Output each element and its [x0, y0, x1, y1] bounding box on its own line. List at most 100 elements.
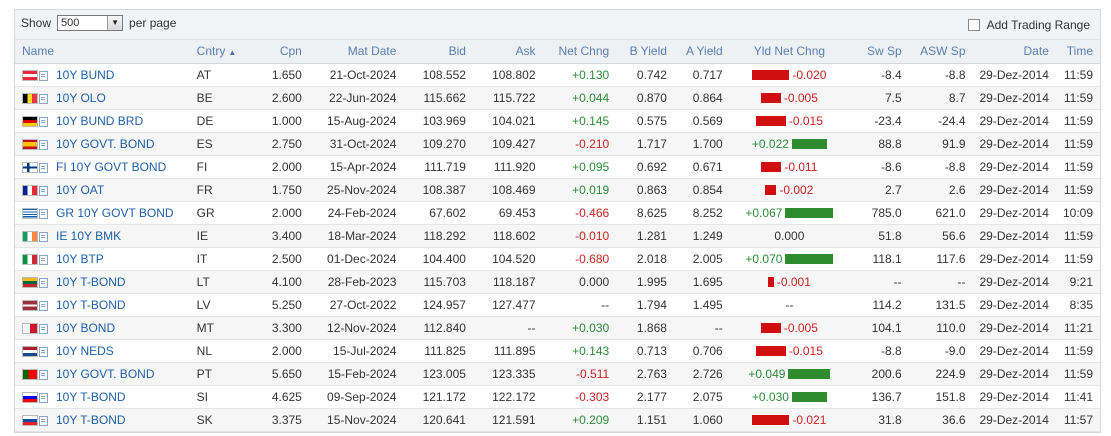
cell-bid: 109.270 — [422, 136, 466, 151]
column-header-date[interactable]: Date — [972, 40, 1056, 64]
column-header-byield[interactable]: B Yield — [616, 40, 674, 64]
table-row[interactable]: FI 10Y GOVT BOND FI 2.000 15-Apr-2024 111.71… — [15, 155, 1100, 178]
cell-date: 29-Dez-2014 — [979, 228, 1049, 243]
column-header-bid[interactable]: Bid — [403, 40, 473, 64]
bond-name-link[interactable]: 10Y T-BOND — [56, 275, 126, 289]
es-flag-icon — [22, 138, 38, 150]
trading-range-toggle[interactable]: Add Trading Range — [967, 18, 1090, 32]
bond-name-cell[interactable]: 10Y T-BOND — [15, 293, 190, 316]
trading-range-checkbox[interactable] — [967, 19, 980, 31]
bond-name-cell[interactable]: 10Y GOVT. BOND — [15, 362, 190, 385]
negative-change-bar — [765, 184, 777, 195]
table-row[interactable]: 10Y T-BOND SK 3.375 15-Nov-2024 120.641 121.5… — [15, 408, 1100, 431]
column-header-mat[interactable]: Mat Date — [308, 40, 404, 64]
cell-swsp: -8.6 — [880, 159, 902, 174]
document-icon[interactable] — [39, 415, 48, 426]
bond-name-cell[interactable]: IE 10Y BMK — [15, 224, 190, 247]
cell-ask: 104.021 — [492, 113, 536, 128]
document-icon[interactable] — [39, 208, 48, 219]
cell-cpn: 1.750 — [271, 182, 302, 197]
bond-name-link[interactable]: 10Y BUND BRD — [56, 114, 143, 128]
table-row[interactable]: 10Y BUND BRD DE 1.000 15-Aug-2024 103.969 104… — [15, 109, 1100, 132]
cell-net: +0.019 — [572, 182, 610, 197]
table-row[interactable]: 10Y GOVT. BOND ES 2.750 31-Oct-2024 109.270 1… — [15, 132, 1100, 155]
bond-name-cell[interactable]: 10Y GOVT. BOND — [15, 132, 190, 155]
bond-name-link[interactable]: 10Y GOVT. BOND — [56, 137, 154, 151]
column-header-cntry[interactable]: Cntry ▲ — [189, 40, 250, 64]
bond-name-link[interactable]: 10Y OLO — [56, 91, 106, 105]
column-header-swsp[interactable]: Sw Sp — [849, 40, 909, 64]
bond-name-link[interactable]: IE 10Y BMK — [56, 229, 121, 243]
table-body: 10Y BUND AT 1.650 21-Oct-2024 108.552 108.802… — [15, 63, 1100, 431]
bond-name-cell[interactable]: 10Y BOND — [15, 316, 190, 339]
table-row[interactable]: 10Y BTP IT 2.500 01-Dec-2024 104.400 104.520 -… — [15, 247, 1100, 270]
document-icon[interactable] — [39, 70, 48, 81]
bond-name-link[interactable]: 10Y T-BOND — [56, 390, 126, 404]
document-icon[interactable] — [39, 116, 48, 127]
yield-change-value: -0.011 — [784, 159, 818, 174]
cell-aswsp: -8.8 — [944, 159, 966, 174]
chevron-down-icon[interactable]: ▼ — [107, 16, 123, 30]
document-icon[interactable] — [39, 139, 48, 150]
table-row[interactable]: 10Y OLO BE 2.600 22-Jun-2024 115.662 115.722 +… — [15, 86, 1100, 109]
document-icon[interactable] — [39, 392, 48, 403]
bond-name-link[interactable]: 10Y T-BOND — [56, 298, 126, 312]
cell-net: +0.145 — [572, 113, 610, 128]
document-icon[interactable] — [39, 277, 48, 288]
column-header-ask[interactable]: Ask — [472, 40, 543, 64]
column-header-aswsp[interactable]: ASW Sp — [908, 40, 973, 64]
bond-name-cell[interactable]: 10Y T-BOND — [15, 270, 190, 293]
bond-name-link[interactable]: 10Y OAT — [56, 183, 104, 197]
cell-ayield: 0.717 — [692, 67, 723, 82]
bond-name-link[interactable]: 10Y BUND — [56, 68, 114, 82]
bond-name-cell[interactable]: 10Y OLO — [15, 86, 190, 109]
bond-name-link[interactable]: GR 10Y GOVT BOND — [56, 206, 174, 220]
column-header-yld[interactable]: Yld Net Chng — [729, 40, 850, 64]
document-icon[interactable] — [39, 346, 48, 357]
document-icon[interactable] — [39, 300, 48, 311]
column-header-ayield[interactable]: A Yield — [673, 40, 730, 64]
page-size-select[interactable]: 500 ▼ — [57, 15, 124, 31]
column-header-time[interactable]: Time — [1055, 40, 1100, 64]
document-icon[interactable] — [39, 93, 48, 104]
table-row[interactable]: 10Y BOND MT 3.300 12-Nov-2024 112.840 -- +0.03… — [15, 316, 1100, 339]
bond-name-link[interactable]: 10Y NEDS — [56, 344, 114, 358]
table-row[interactable]: GR 10Y GOVT BOND GR 2.000 24-Feb-2024 67.602… — [15, 201, 1100, 224]
table-row[interactable]: 10Y NEDS NL 2.000 15-Jul-2024 111.825 111.895… — [15, 339, 1100, 362]
table-row[interactable]: 10Y GOVT. BOND PT 5.650 15-Feb-2024 123.005 1… — [15, 362, 1100, 385]
bond-name-cell[interactable]: 10Y T-BOND — [15, 408, 190, 431]
document-icon[interactable] — [39, 231, 48, 242]
table-row[interactable]: IE 10Y BMK IE 3.400 18-Mar-2024 118.292 118.6… — [15, 224, 1100, 247]
table-row[interactable]: 10Y OAT FR 1.750 25-Nov-2024 108.387 108.469 +… — [15, 178, 1100, 201]
column-header-cpn[interactable]: Cpn — [249, 40, 309, 64]
yield-change-indicator: +0.022 — [737, 137, 842, 151]
table-row[interactable]: 10Y BUND AT 1.650 21-Oct-2024 108.552 108.802… — [15, 63, 1100, 86]
document-icon[interactable] — [39, 369, 48, 380]
document-icon[interactable] — [39, 185, 48, 196]
bond-name-link[interactable]: 10Y GOVT. BOND — [56, 367, 154, 381]
table-row[interactable]: 10Y T-BOND SI 4.625 09-Sep-2024 121.172 122.1… — [15, 385, 1100, 408]
column-header-net[interactable]: Net Chng — [542, 40, 617, 64]
bond-name-link[interactable]: 10Y BOND — [56, 321, 115, 335]
bond-name-cell[interactable]: 10Y T-BOND — [15, 385, 190, 408]
bond-name-cell[interactable]: FI 10Y GOVT BOND — [15, 155, 190, 178]
bond-name-link[interactable]: FI 10Y GOVT BOND — [56, 160, 166, 174]
table-row[interactable]: 10Y T-BOND LT 4.100 28-Feb-2023 115.703 118.1… — [15, 270, 1100, 293]
bond-name-cell[interactable]: 10Y BTP — [15, 247, 190, 270]
bond-name-link[interactable]: 10Y T-BOND — [56, 413, 126, 427]
cell-time: 11:41 — [1063, 389, 1093, 404]
table-row[interactable]: 10Y T-BOND LV 5.250 27-Oct-2022 124.957 127.4… — [15, 293, 1100, 316]
cell-net: -0.210 — [575, 136, 610, 151]
cell-byield: 1.717 — [636, 136, 667, 151]
column-header-name[interactable]: Name — [15, 40, 190, 64]
bond-name-cell[interactable]: 10Y BUND — [15, 63, 190, 86]
document-icon[interactable] — [39, 254, 48, 265]
cell-net: +0.030 — [572, 320, 610, 335]
bond-name-cell[interactable]: 10Y NEDS — [15, 339, 190, 362]
document-icon[interactable] — [39, 162, 48, 173]
bond-name-cell[interactable]: GR 10Y GOVT BOND — [15, 201, 190, 224]
bond-name-cell[interactable]: 10Y OAT — [15, 178, 190, 201]
bond-name-link[interactable]: 10Y BTP — [56, 252, 104, 266]
bond-name-cell[interactable]: 10Y BUND BRD — [15, 109, 190, 132]
document-icon[interactable] — [39, 323, 48, 334]
